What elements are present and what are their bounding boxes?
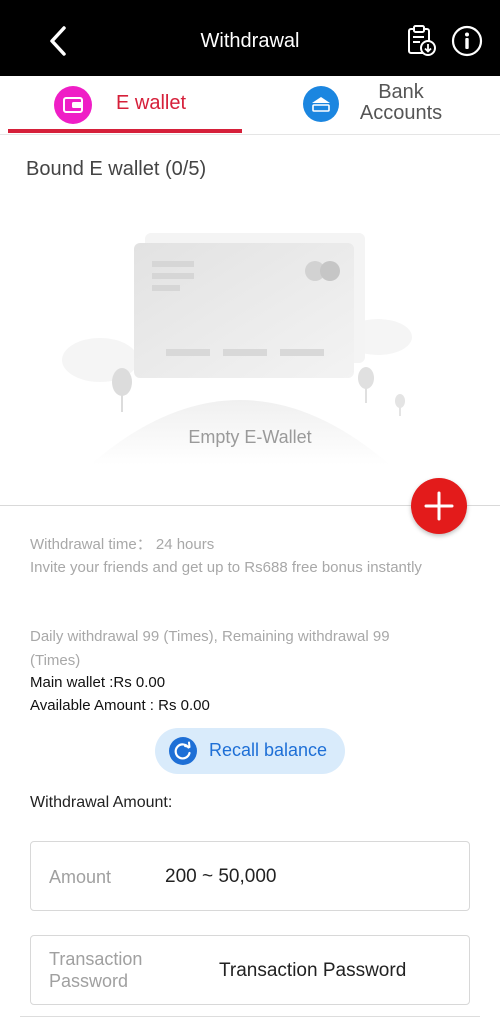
amount-field-label: Amount — [49, 867, 112, 887]
clipboard-download-icon — [408, 25, 436, 56]
tab-e-wallet-label: E wallet — [116, 92, 187, 114]
amount-field: Amount — [30, 841, 470, 911]
daily-withdrawal-text: Daily withdrawal 99 (Times), Remaining w… — [30, 628, 390, 645]
transaction-password-input[interactable] — [217, 958, 461, 984]
tab-e-wallet[interactable]: E wallet — [8, 76, 242, 133]
withdrawal-amount-label: Withdrawal Amount: — [30, 794, 173, 811]
plus-icon — [424, 491, 454, 521]
available-amount: Available Amount : Rs 0.00 — [30, 697, 210, 714]
transaction-password-label-line1: Transaction — [49, 949, 143, 969]
info-icon — [451, 25, 483, 57]
recall-balance-label: Recall balance — [209, 740, 328, 760]
wallet-tabs: E wallet Bank Accounts — [0, 76, 500, 135]
main-wallet-balance: Main wallet :Rs 0.00 — [30, 674, 166, 691]
withdrawal-time-text: Withdrawal time： 24 hours — [30, 536, 215, 553]
transaction-password-field: Transaction Password — [30, 935, 470, 1005]
info-button[interactable] — [450, 24, 484, 58]
daily-withdrawal-text-cont: (Times) — [30, 652, 81, 669]
invite-bonus-text: Invite your friends and get up to Rs688 … — [30, 559, 422, 576]
active-tab-indicator — [8, 129, 242, 133]
bottom-divider — [20, 1016, 480, 1017]
tab-bank-accounts-label: Bank Accounts — [359, 81, 443, 124]
empty-wallet-text: Empty E-Wallet — [188, 427, 312, 447]
bank-card-icon — [303, 86, 339, 122]
add-e-wallet-button[interactable] — [411, 478, 467, 534]
amount-input[interactable] — [163, 864, 457, 890]
refresh-icon — [169, 737, 197, 765]
withdrawal-records-button[interactable] — [404, 24, 438, 58]
recall-balance-button[interactable]: Recall balance — [155, 728, 345, 774]
wallet-icon — [54, 86, 92, 124]
transaction-password-label-line2: Password — [49, 971, 129, 991]
bound-e-wallet-title: Bound E wallet (0/5) — [26, 158, 207, 180]
top-bar: Withdrawal — [0, 6, 500, 76]
tab-bank-accounts[interactable]: Bank Accounts — [258, 76, 500, 132]
